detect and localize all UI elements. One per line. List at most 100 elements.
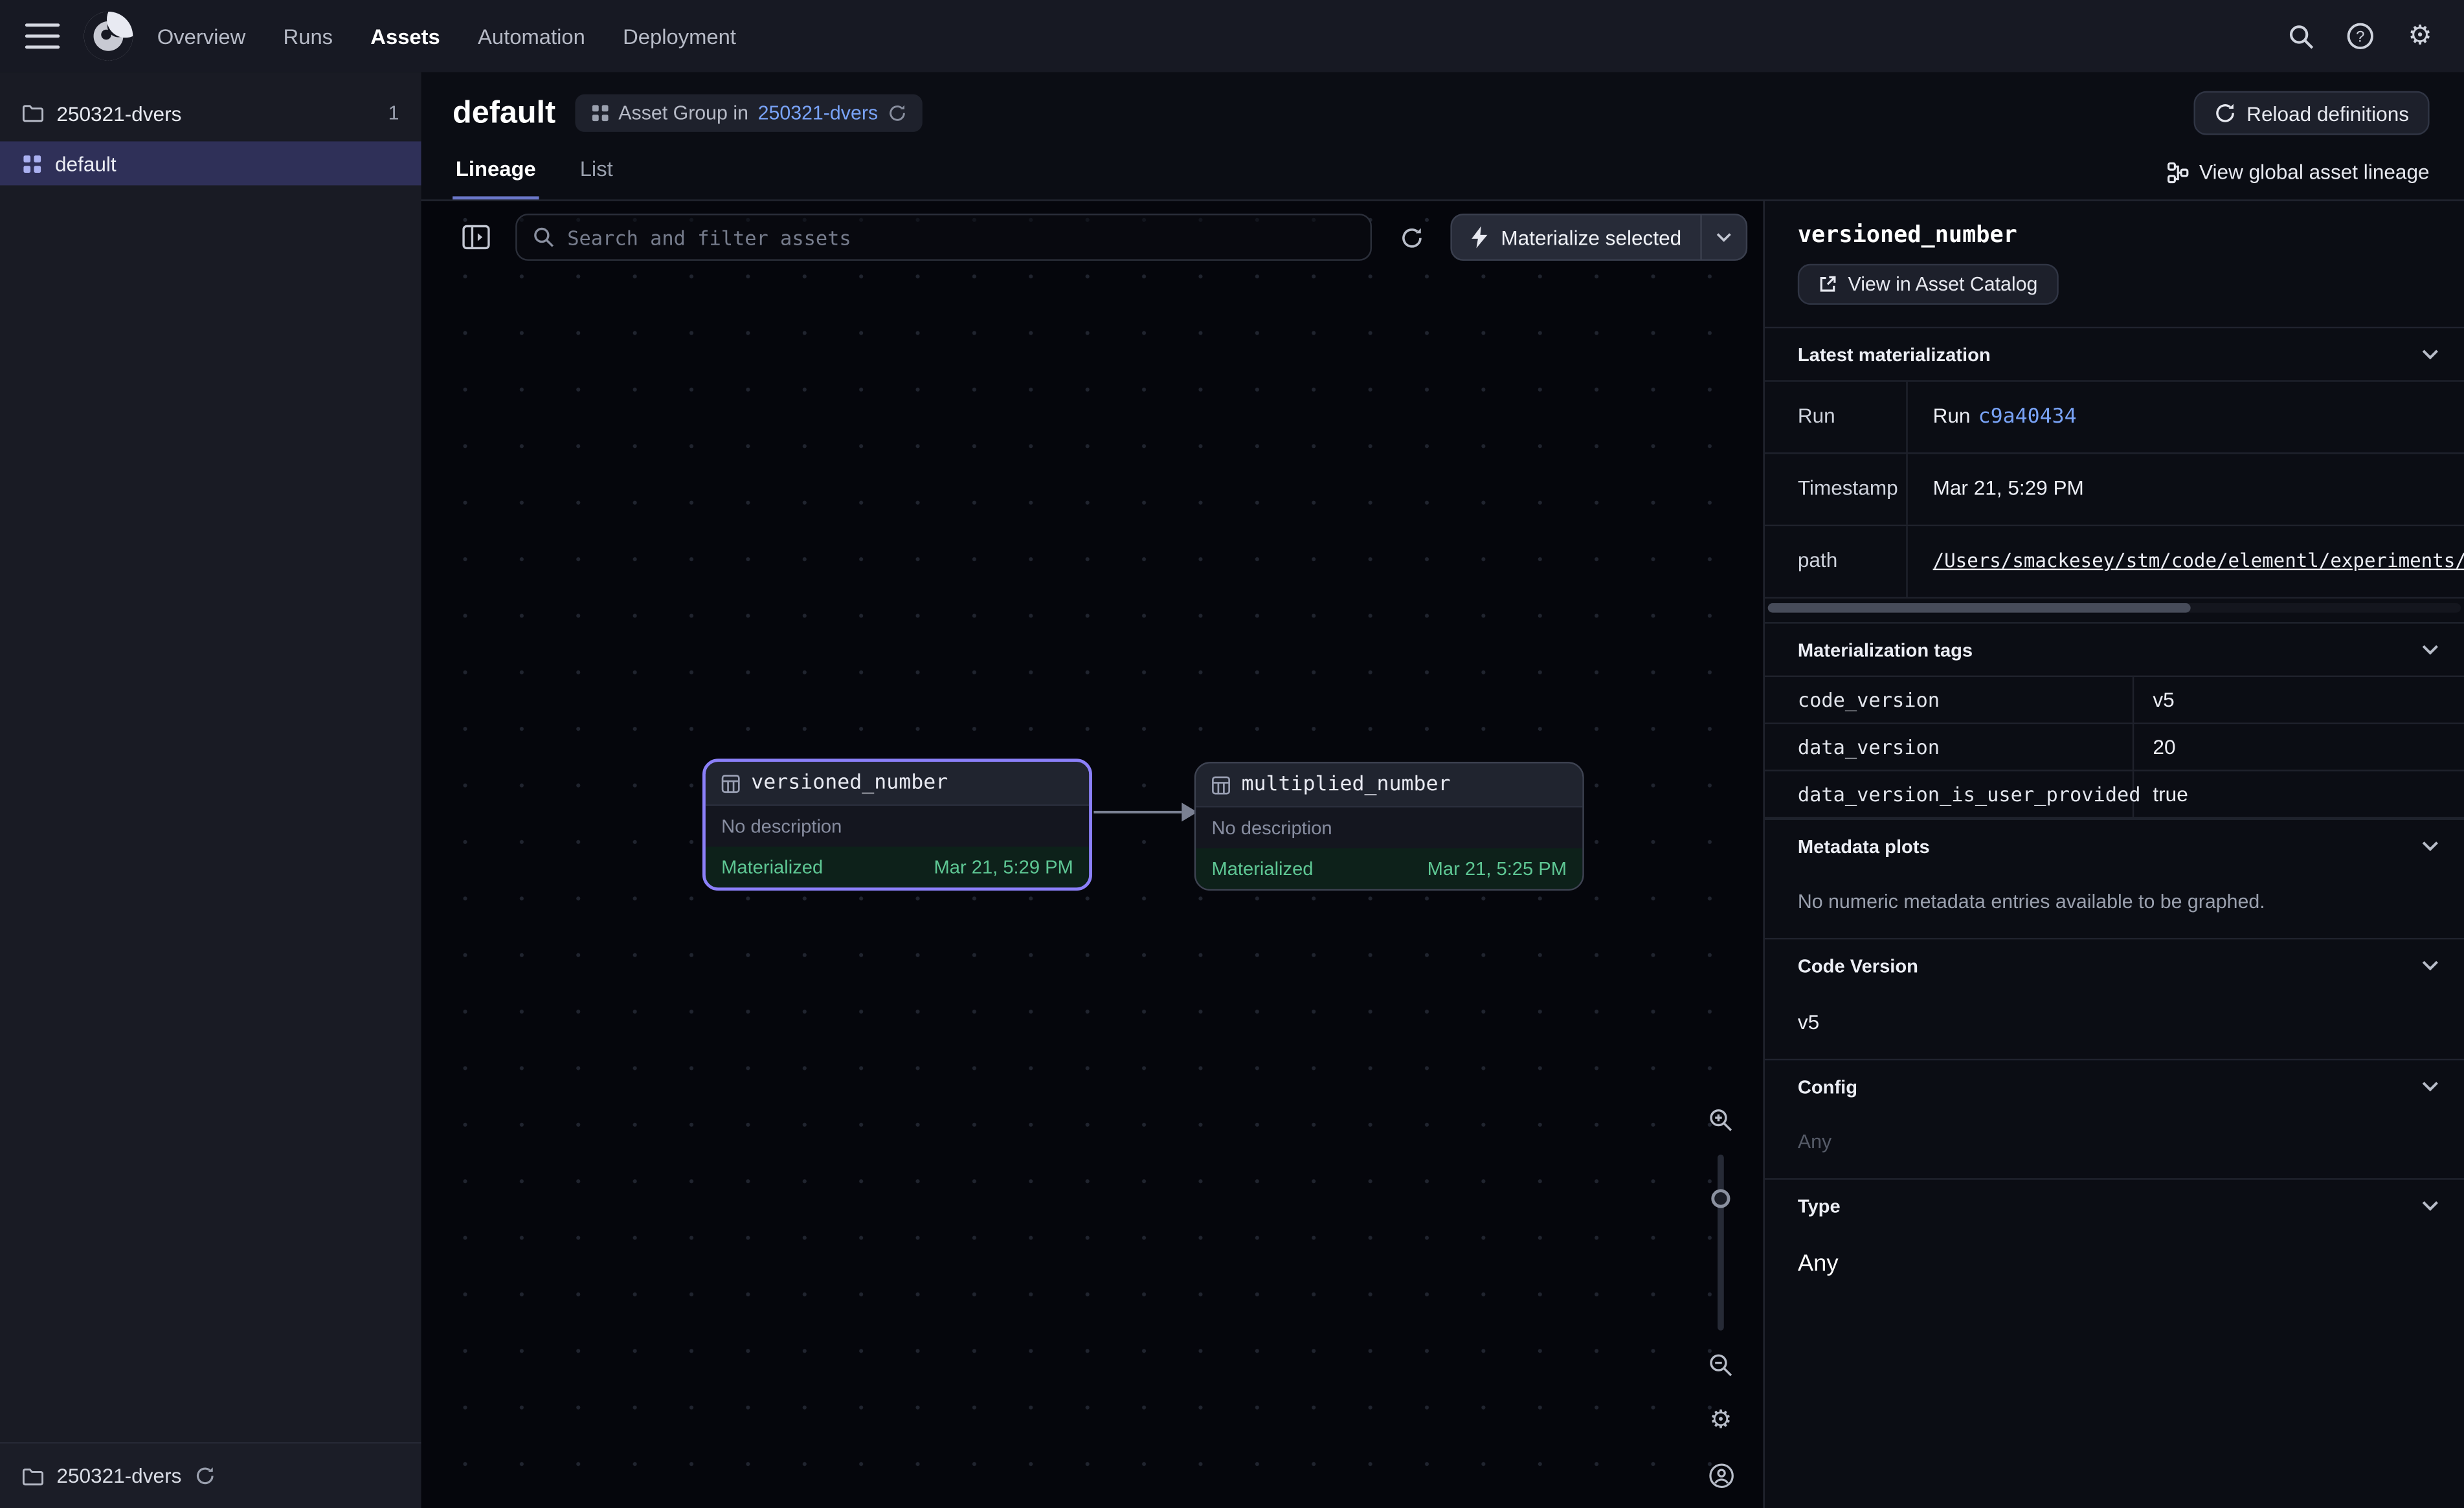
dagster-logo[interactable] <box>82 10 135 63</box>
section-title: Type <box>1798 1195 1841 1217</box>
section-code-version[interactable]: Code Version <box>1765 938 2464 992</box>
tag-key: data_version_is_user_provided <box>1765 771 2134 817</box>
panel-asset-name: versioned_number <box>1765 201 2464 249</box>
external-link-icon <box>1818 275 1837 294</box>
view-in-asset-catalog-button[interactable]: View in Asset Catalog <box>1798 264 2058 305</box>
graph-settings-icon[interactable]: ⚙ <box>1700 1400 1741 1441</box>
config-value: Any <box>1765 1112 2464 1178</box>
nav-runs[interactable]: Runs <box>284 25 333 48</box>
section-title: Materialization tags <box>1798 639 1973 661</box>
reload-definitions-button[interactable]: Reload definitions <box>2193 91 2430 135</box>
chevron-down-icon <box>2421 840 2439 851</box>
section-type[interactable]: Type <box>1765 1178 2464 1232</box>
chevron-down-icon <box>2421 644 2439 655</box>
run-id-link[interactable]: c9a40434 <box>1978 405 2077 428</box>
tabs: Lineage List View global asset lineage <box>453 157 2430 200</box>
asset-details-panel: versioned_number View in Asset Catalog L… <box>1763 201 2464 1508</box>
row-label: Run <box>1765 382 1908 452</box>
nav-deployment[interactable]: Deployment <box>623 25 736 48</box>
timestamp-value: Mar 21, 5:29 PM <box>1908 454 2464 524</box>
view-in-asset-catalog-label: View in Asset Catalog <box>1848 273 2038 295</box>
horizontal-scrollbar[interactable] <box>1768 603 2461 613</box>
footer-repo-name: 250321-dvers <box>56 1464 181 1487</box>
materialize-selected-button[interactable]: Materialize selected <box>1452 216 1700 260</box>
view-global-lineage-button[interactable]: View global asset lineage <box>2166 161 2430 200</box>
zoom-out-icon[interactable] <box>1700 1345 1741 1386</box>
section-title: Code Version <box>1798 954 1918 976</box>
section-title: Latest materialization <box>1798 343 1991 365</box>
asset-node-description: No description <box>706 806 1089 847</box>
view-global-lineage-label: View global asset lineage <box>2199 161 2430 184</box>
zoom-slider[interactable] <box>1718 1155 1724 1331</box>
sync-icon[interactable] <box>888 104 906 122</box>
tab-lineage[interactable]: Lineage <box>453 157 539 200</box>
asset-node-multiplied-number[interactable]: multiplied_number No description Materia… <box>1194 762 1584 891</box>
table-row: code_version v5 <box>1765 677 2464 724</box>
row-label: Timestamp <box>1765 454 1908 524</box>
section-materialization-tags[interactable]: Materialization tags <box>1765 622 2464 676</box>
folder-icon <box>22 104 44 122</box>
tag-value: v5 <box>2134 677 2464 722</box>
sidebar-group-name: 250321-dvers <box>56 102 181 125</box>
metadata-plots-empty-text: No numeric metadata entries available to… <box>1765 872 2464 938</box>
graph-controls: ⚙ <box>1700 1100 1741 1496</box>
svg-text:?: ? <box>2356 28 2365 45</box>
primary-nav: Overview Runs Assets Automation Deployme… <box>157 25 736 48</box>
lineage-graph-canvas[interactable]: Materialize selected <box>421 201 1764 1508</box>
collapse-panel-icon[interactable] <box>456 217 497 258</box>
page-title: default <box>453 95 555 131</box>
latest-materialization-table: Run Runc9a40434 Timestamp Mar 21, 5:29 P… <box>1765 380 2464 598</box>
refresh-icon[interactable] <box>1391 217 1431 258</box>
nav-overview[interactable]: Overview <box>157 25 246 48</box>
path-link[interactable]: /Users/smackesey/stm/code/elementl/exper… <box>1933 549 2464 571</box>
asset-node-description: No description <box>1196 808 1582 848</box>
zoom-slider-handle[interactable] <box>1711 1189 1730 1208</box>
menu-icon[interactable] <box>25 23 60 49</box>
table-row: Run Runc9a40434 <box>1765 382 2464 454</box>
section-config[interactable]: Config <box>1765 1059 2464 1113</box>
asset-node-name: multiplied_number <box>1242 773 1451 796</box>
page-header: default Asset Group in 250321-dvers Relo… <box>421 72 2464 201</box>
reload-icon <box>2213 102 2235 124</box>
tag-value: true <box>2134 771 2464 817</box>
section-latest-materialization[interactable]: Latest materialization <box>1765 327 2464 381</box>
nav-automation[interactable]: Automation <box>478 25 585 48</box>
app-window: Overview Runs Assets Automation Deployme… <box>0 0 2464 1508</box>
type-value: Any <box>1765 1232 2464 1302</box>
lineage-edge <box>1093 795 1200 829</box>
materialize-caret-icon[interactable] <box>1700 216 1745 260</box>
settings-icon[interactable]: ⚙ <box>2398 14 2442 58</box>
search-icon[interactable] <box>2279 14 2323 58</box>
section-title: Metadata plots <box>1798 835 1930 857</box>
sidebar-item-default[interactable]: default <box>0 141 421 185</box>
user-circle-icon[interactable] <box>1700 1454 1741 1495</box>
search-input[interactable] <box>567 225 1354 249</box>
tag-value: 20 <box>2134 724 2464 770</box>
top-navigation: Overview Runs Assets Automation Deployme… <box>0 0 2464 72</box>
section-metadata-plots[interactable]: Metadata plots <box>1765 819 2464 872</box>
sync-icon[interactable] <box>194 1465 215 1486</box>
search-icon <box>533 227 555 249</box>
zoom-in-icon[interactable] <box>1700 1100 1741 1140</box>
nav-assets[interactable]: Assets <box>370 25 440 48</box>
table-row: data_version 20 <box>1765 724 2464 771</box>
bolt-icon <box>1471 227 1488 249</box>
asset-search <box>515 214 1372 261</box>
materialization-tags-table: code_version v5 data_version 20 data_ver… <box>1765 676 2464 819</box>
materialize-split-button: Materialize selected <box>1451 214 1747 261</box>
help-icon[interactable]: ? <box>2338 14 2382 58</box>
badge-repo-link[interactable]: 250321-dvers <box>758 102 879 124</box>
sidebar-group-row[interactable]: 250321-dvers 1 <box>0 85 421 141</box>
scrollbar-thumb[interactable] <box>1768 603 2191 613</box>
code-version-value: v5 <box>1765 992 2464 1059</box>
asset-node-timestamp: Mar 21, 5:25 PM <box>1428 858 1567 880</box>
section-title: Config <box>1798 1075 1857 1097</box>
tag-key: code_version <box>1765 677 2134 722</box>
asset-node-versioned-number[interactable]: versioned_number No description Material… <box>702 759 1092 891</box>
materialize-selected-label: Materialize selected <box>1501 225 1681 249</box>
asset-groups-sidebar: 250321-dvers 1 default 250321-dvers <box>0 72 421 1508</box>
chevron-down-icon <box>2421 1200 2439 1211</box>
tab-list[interactable]: List <box>577 157 616 200</box>
table-icon <box>721 773 740 792</box>
asset-node-status: Materialized <box>721 856 823 878</box>
